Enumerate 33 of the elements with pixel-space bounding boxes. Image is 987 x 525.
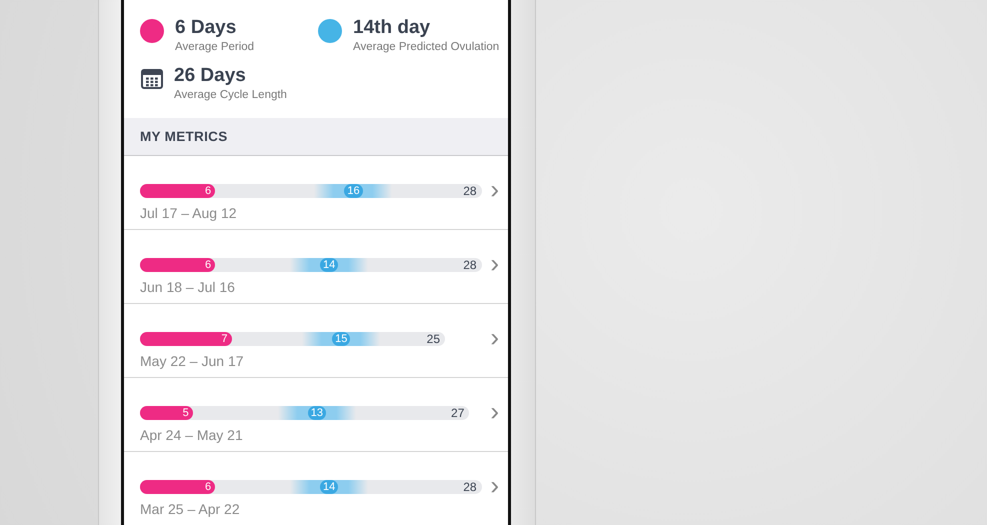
date-range: Jul 17 – Aug 12 [140, 205, 238, 222]
stat-label: Average Period [175, 40, 254, 55]
cycle-length: 27 [451, 406, 464, 420]
ovulation-badge: 14 [320, 258, 338, 272]
period-days: 7 [221, 333, 232, 345]
stat-label: Average Predicted Ovulation [353, 40, 500, 55]
cycle-length: 28 [463, 184, 477, 198]
period-days: 5 [182, 407, 193, 419]
chevron-icon[interactable]: › [490, 398, 499, 424]
cycle-length: 28 [463, 480, 477, 494]
ovulation-badge: 16 [344, 184, 363, 198]
ovulation-badge: 13 [308, 406, 326, 420]
date-range: Jun 18 – Jul 16 [140, 279, 236, 296]
calendar-icon [141, 69, 163, 89]
stat-value: 14th day [353, 16, 432, 40]
ovulation-badge: 15 [332, 332, 350, 346]
period-days: 6 [205, 481, 216, 493]
chevron-icon[interactable]: › [490, 472, 499, 498]
period-days: 6 [205, 185, 216, 197]
chevron-icon[interactable]: › [490, 176, 499, 202]
cycle-length: 25 [426, 332, 440, 346]
chevron-icon[interactable]: › [490, 250, 499, 276]
stat-value: 26 Days [174, 64, 247, 88]
date-range: Apr 24 – May 21 [140, 427, 244, 444]
ovulation-badge: 14 [320, 480, 338, 494]
stat-value: 6 Days [175, 16, 238, 40]
date-range: Mar 25 – Apr 22 [140, 501, 241, 518]
date-range: May 22 – Jun 17 [140, 353, 245, 370]
section-title: MY METRICS [140, 129, 228, 144]
chevron-icon[interactable]: › [490, 324, 499, 350]
cycle-length: 28 [463, 258, 477, 272]
stat-label: Average Cycle Length [174, 88, 287, 103]
period-days: 6 [205, 259, 216, 271]
